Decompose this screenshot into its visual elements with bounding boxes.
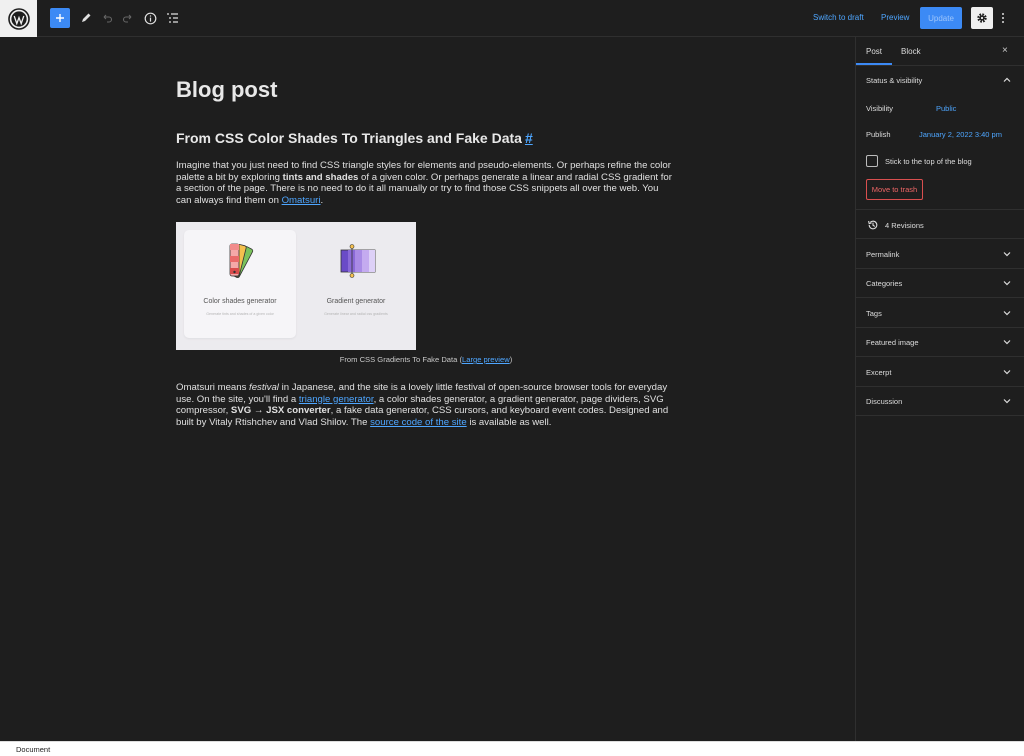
source-code-link[interactable]: source code of the site: [370, 417, 467, 428]
panel-tags[interactable]: Tags: [856, 298, 1024, 327]
stick-to-top-checkbox[interactable]: [866, 155, 878, 167]
sidebar-tabs: Post Block ×: [856, 37, 1024, 66]
tab-post[interactable]: Post: [866, 47, 882, 56]
card-subtitle: Generate tints and shades of a given col…: [206, 312, 274, 316]
block-breadcrumb-bar: Document: [0, 741, 1024, 756]
panel-label: Categories: [866, 279, 903, 288]
chevron-down-icon: [1003, 311, 1011, 316]
post-title[interactable]: Blog post: [176, 77, 277, 103]
panel-label: Permalink: [866, 250, 900, 259]
chevron-down-icon: [1003, 252, 1011, 257]
bold-text: SVG → JSX converter: [230, 405, 331, 416]
chevron-down-icon: [1003, 399, 1011, 404]
caption-text: From CSS Gradients To Fake Data (: [339, 355, 462, 364]
paragraph-block[interactable]: Omatsuri means festival in Japanese, and…: [176, 382, 676, 428]
visibility-label: Visibility: [866, 104, 893, 113]
visibility-toggle[interactable]: Public: [936, 104, 956, 113]
close-sidebar-button[interactable]: ×: [1002, 45, 1008, 56]
paragraph-text: Omatsuri means: [176, 382, 250, 393]
plus-icon: [56, 14, 64, 22]
gear-icon: [977, 13, 987, 23]
caption-text: ): [509, 355, 513, 364]
card-title: Color shades generator: [203, 298, 277, 305]
status-visibility-panel-title[interactable]: Status & visibility: [866, 76, 922, 85]
bold-text: tints and shades: [282, 171, 359, 183]
panel-excerpt[interactable]: Excerpt: [856, 357, 1024, 386]
heading-text: From CSS Color Shades To Triangles and F…: [176, 130, 522, 146]
dot-icon: [1002, 21, 1004, 23]
details-button[interactable]: [140, 8, 160, 28]
panel-label: Excerpt: [866, 368, 892, 377]
paragraph-text: .: [320, 194, 324, 206]
gradient-card: Gradient generator Generate linear and r…: [304, 230, 408, 338]
wordpress-logo-button[interactable]: [0, 0, 37, 37]
paragraph-text: is available as well.: [466, 416, 552, 428]
chevron-down-icon: [1003, 281, 1011, 286]
image-block[interactable]: Color shades generator Generate tints an…: [176, 222, 416, 350]
settings-button[interactable]: [971, 7, 993, 29]
tools-button[interactable]: [76, 8, 96, 28]
italic-text: festival: [249, 382, 279, 393]
undo-icon: [103, 14, 113, 23]
panel-label: Tags: [866, 309, 882, 318]
color-shades-card: Color shades generator Generate tints an…: [184, 230, 296, 338]
revisions-link[interactable]: 4 Revisions: [885, 221, 924, 230]
publish-date-toggle[interactable]: January 2, 2022 3:40 pm: [919, 130, 1002, 139]
chevron-down-icon: [1003, 370, 1011, 375]
triangle-generator-link[interactable]: triangle generator: [299, 394, 374, 405]
divider: [856, 415, 1024, 416]
redo-icon: [122, 14, 132, 23]
list-view-button[interactable]: [162, 8, 182, 28]
stick-to-top-label[interactable]: Stick to the top of the blog: [885, 157, 972, 166]
heading-anchor-link[interactable]: #: [525, 130, 533, 146]
history-icon: [868, 220, 878, 230]
color-palette-icon: [229, 243, 254, 279]
editor-canvas[interactable]: Blog post From CSS Color Shades To Trian…: [0, 37, 855, 741]
dot-icon: [1002, 17, 1004, 19]
breadcrumb-document[interactable]: Document: [16, 745, 50, 754]
chevron-up-icon[interactable]: [1002, 75, 1012, 85]
gradient-icon: [340, 244, 376, 278]
image-caption[interactable]: From CSS Gradients To Fake Data (Large p…: [176, 355, 676, 364]
omatsuri-link[interactable]: Omatsuri: [282, 195, 321, 206]
divider: [856, 209, 1024, 210]
switch-to-draft-button[interactable]: Switch to draft: [813, 13, 864, 22]
editor-toolbar: Switch to draft Preview Update: [0, 0, 1024, 37]
large-preview-link[interactable]: Large preview: [462, 355, 510, 364]
preview-button[interactable]: Preview: [881, 13, 909, 22]
active-tab-indicator: [856, 63, 892, 65]
heading-block[interactable]: From CSS Color Shades To Triangles and F…: [176, 130, 533, 146]
tab-block[interactable]: Block: [901, 47, 921, 56]
panel-label: Featured image: [866, 338, 919, 347]
wordpress-icon: [7, 7, 30, 30]
publish-label: Publish: [866, 130, 891, 139]
panel-label: Discussion: [866, 397, 903, 406]
list-view-icon: [166, 13, 178, 23]
add-block-button[interactable]: [50, 8, 70, 28]
paragraph-block[interactable]: Imagine that you just need to find CSS t…: [176, 160, 676, 206]
settings-sidebar: Post Block × Status & visibility Visibil…: [855, 37, 1024, 741]
panel-permalink[interactable]: Permalink: [856, 239, 1024, 268]
card-subtitle: Generate linear and radial css gradients: [324, 312, 388, 316]
undo-button[interactable]: [97, 8, 117, 28]
panel-featured-image[interactable]: Featured image: [856, 327, 1024, 356]
move-to-trash-button[interactable]: Move to trash: [866, 179, 923, 200]
panel-categories[interactable]: Categories: [856, 268, 1024, 297]
panel-discussion[interactable]: Discussion: [856, 386, 1024, 415]
pencil-icon: [82, 13, 91, 22]
dot-icon: [1002, 13, 1004, 15]
chevron-down-icon: [1003, 340, 1011, 345]
redo-button[interactable]: [118, 8, 138, 28]
update-button[interactable]: Update: [920, 7, 962, 29]
options-menu-button[interactable]: [998, 9, 1008, 27]
card-title: Gradient generator: [326, 298, 386, 305]
info-icon: [144, 12, 156, 24]
